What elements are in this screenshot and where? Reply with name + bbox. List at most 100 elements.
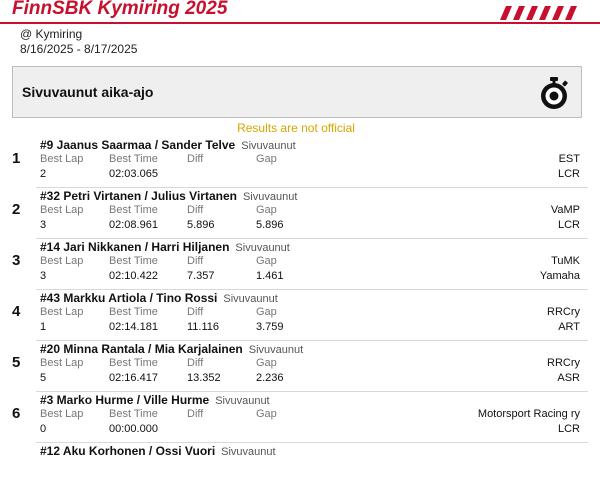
- position: 4: [12, 303, 21, 320]
- crew-names-text: #3 Marko Hurme / Ville Hurme: [40, 393, 210, 407]
- crew-names: #32 Petri Virtanen / Julius Virtanen Sivu…: [40, 189, 297, 203]
- best-lap-label: Best Lap: [40, 357, 84, 369]
- bike-make: Yamaha: [539, 270, 580, 282]
- position: 6: [12, 405, 21, 422]
- diff-label: Diff: [187, 306, 204, 318]
- crew-names: #12 Aku Korhonen / Ossi Vuori Sivuvaunut: [40, 444, 276, 458]
- crew-names: #14 Jari Nikkanen / Harri Hiljanen Sivuva…: [40, 240, 290, 254]
- diff-label: Diff: [187, 255, 204, 267]
- best-lap-label: Best Lap: [40, 153, 84, 165]
- best-lap-value: 2: [40, 168, 47, 180]
- result-row[interactable]: 1 #9 Jaanus Saarmaa / Sander Telve Sivuva…: [0, 136, 600, 187]
- class-label: Sivuvaunut: [235, 242, 290, 254]
- crew-names: #20 Minna Rantala / Mia Karjalainen Sivuv…: [40, 342, 303, 356]
- crew-names: #43 Markku Artiola / Tino Rossi Sivuvaunu…: [40, 291, 278, 305]
- best-lap-value: 5: [40, 372, 47, 384]
- team-name: EST: [558, 153, 580, 165]
- best-time-value: 02:03.065: [109, 168, 158, 180]
- position: 2: [12, 201, 21, 218]
- diff-label: Diff: [187, 408, 204, 420]
- best-lap-label: Best Lap: [40, 255, 84, 267]
- team-name: TuMK: [551, 255, 580, 267]
- event-venue: @ Kymiring: [20, 27, 83, 41]
- diff-label: Diff: [187, 204, 204, 216]
- best-time-value: 02:10.422: [109, 270, 158, 282]
- crew-names-text: #32 Petri Virtanen / Julius Virtanen: [40, 189, 237, 203]
- session-banner: Sivuvaunut aika-ajo: [12, 66, 582, 118]
- page-header: FinnSBK Kymiring 2025: [0, 0, 600, 24]
- position: 3: [12, 252, 21, 269]
- class-label: Sivuvaunut: [223, 293, 278, 305]
- diff-value: 13.352: [187, 372, 221, 384]
- team-name: VaMP: [550, 204, 580, 216]
- diff-value: 5.896: [187, 219, 215, 231]
- team-name: RRCry: [547, 357, 580, 369]
- event-dates: 8/16/2025 - 8/17/2025: [20, 42, 138, 56]
- result-row[interactable]: 2 #32 Petri Virtanen / Julius Virtanen Si…: [0, 187, 600, 238]
- best-lap-value: 1: [40, 321, 47, 333]
- gap-value: 1.461: [256, 270, 284, 282]
- event-title: FinnSBK Kymiring 2025: [12, 0, 228, 19]
- gap-value: 3.759: [256, 321, 284, 333]
- best-time-label: Best Time: [109, 204, 158, 216]
- class-label: Sivuvaunut: [215, 395, 270, 407]
- best-time-value: 00:00.000: [109, 423, 158, 435]
- best-lap-label: Best Lap: [40, 306, 84, 318]
- crew-names-text: #43 Markku Artiola / Tino Rossi: [40, 291, 218, 305]
- diff-value: 7.357: [187, 270, 215, 282]
- best-lap-label: Best Lap: [40, 408, 84, 420]
- session-title: Sivuvaunut aika-ajo: [22, 84, 154, 100]
- result-row[interactable]: 6 #3 Marko Hurme / Ville Hurme Sivuvaunut…: [0, 391, 600, 442]
- crew-names: #9 Jaanus Saarmaa / Sander Telve Sivuvaun…: [40, 138, 296, 152]
- gap-value: 5.896: [256, 219, 284, 231]
- stopwatch-icon: [541, 77, 568, 109]
- gap-label: Gap: [256, 408, 277, 420]
- gap-label: Gap: [256, 306, 277, 318]
- team-name: Motorsport Racing ry: [477, 408, 580, 420]
- bike-make: LCR: [557, 423, 580, 435]
- bike-make: ART: [558, 321, 580, 333]
- best-lap-value: 0: [40, 423, 47, 435]
- best-time-label: Best Time: [109, 357, 158, 369]
- diff-label: Diff: [187, 357, 204, 369]
- best-lap-value: 3: [40, 270, 47, 282]
- best-time-value: 02:14.181: [109, 321, 158, 333]
- crew-names-text: #12 Aku Korhonen / Ossi Vuori: [40, 444, 216, 458]
- position: 5: [12, 354, 21, 371]
- bike-make: ASR: [557, 372, 580, 384]
- class-label: Sivuvaunut: [248, 344, 304, 356]
- result-row[interactable]: #12 Aku Korhonen / Ossi Vuori Sivuvaunut: [0, 442, 600, 493]
- gap-label: Gap: [256, 255, 277, 267]
- best-time-label: Best Time: [109, 255, 158, 267]
- gap-value: 2.236: [256, 372, 284, 384]
- header-stripes-decoration: [500, 6, 577, 20]
- gap-label: Gap: [256, 204, 277, 216]
- best-time-label: Best Time: [109, 408, 158, 420]
- results-notice: Results are not official: [237, 121, 355, 135]
- result-row[interactable]: 5 #20 Minna Rantala / Mia Karjalainen Siv…: [0, 340, 600, 391]
- crew-names: #3 Marko Hurme / Ville Hurme Sivuvaunut: [40, 393, 270, 407]
- position: 1: [12, 150, 21, 167]
- result-row[interactable]: 3 #14 Jari Nikkanen / Harri Hiljanen Sivu…: [0, 238, 600, 289]
- crew-names-text: #20 Minna Rantala / Mia Karjalainen: [40, 342, 243, 356]
- bike-make: LCR: [557, 168, 580, 180]
- crew-names-text: #14 Jari Nikkanen / Harri Hiljanen: [40, 240, 230, 254]
- best-time-label: Best Time: [109, 306, 158, 318]
- best-lap-label: Best Lap: [40, 204, 84, 216]
- best-lap-value: 3: [40, 219, 47, 231]
- gap-label: Gap: [256, 153, 277, 165]
- result-row[interactable]: 4 #43 Markku Artiola / Tino Rossi Sivuvau…: [0, 289, 600, 340]
- class-label: Sivuvaunut: [241, 140, 296, 152]
- results-list: 1 #9 Jaanus Saarmaa / Sander Telve Sivuva…: [0, 136, 600, 493]
- class-label: Sivuvaunut: [242, 191, 298, 203]
- class-label: Sivuvaunut: [221, 446, 276, 458]
- bike-make: LCR: [557, 219, 580, 231]
- diff-label: Diff: [187, 153, 204, 165]
- best-time-value: 02:08.961: [109, 219, 158, 231]
- gap-label: Gap: [256, 357, 277, 369]
- best-time-value: 02:16.417: [109, 372, 158, 384]
- best-time-label: Best Time: [109, 153, 158, 165]
- team-name: RRCry: [547, 306, 580, 318]
- crew-names-text: #9 Jaanus Saarmaa / Sander Telve: [40, 138, 236, 152]
- diff-value: 11.116: [187, 321, 220, 333]
